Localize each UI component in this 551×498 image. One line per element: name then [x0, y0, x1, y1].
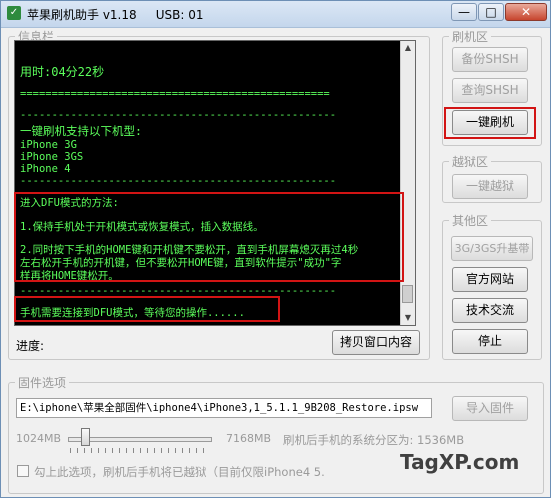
console-line-separator: ----------------------------------------…: [20, 175, 337, 187]
close-button[interactable]: ✕: [505, 3, 547, 21]
firmware-group-legend: 固件选项: [18, 376, 67, 390]
flash-group-legend: 刷机区: [452, 30, 489, 44]
slider-min-label: 1024MB: [16, 432, 62, 445]
console-line-separator: ========================================…: [20, 88, 330, 100]
dfu-instructions-highlight: [14, 192, 404, 282]
jailbreak-checkbox-label: 勾上此选项，刷机后手机将已越狱（目前仅限iPhone4 5.: [34, 465, 325, 479]
watermark-logo: TagXP.com: [400, 450, 520, 474]
scroll-down-icon[interactable]: ▼: [401, 311, 415, 325]
partition-slider-ticks: [70, 448, 210, 453]
official-site-button[interactable]: 官方网站: [452, 267, 528, 292]
console-line-separator: ----------------------------------------…: [20, 109, 337, 121]
partition-slider-thumb[interactable]: [81, 428, 90, 446]
tech-exchange-button[interactable]: 技术交流: [452, 298, 528, 323]
one-click-jailbreak-button[interactable]: 一键越狱: [452, 174, 528, 199]
console-line-supported-header: 一键刷机支持以下机型:: [20, 124, 142, 138]
one-click-flash-button[interactable]: 一键刷机: [452, 110, 528, 135]
title-bar[interactable]: ✓ 苹果刷机助手 v1.18 USB: 01 — □ ✕: [1, 1, 550, 28]
log-console[interactable]: 用时:04分22秒 ==============================…: [14, 40, 416, 326]
copy-window-button[interactable]: 拷贝窗口内容: [332, 330, 420, 355]
slider-max-label: 7168MB: [226, 432, 272, 445]
waiting-message-highlight: [14, 296, 280, 322]
console-scrollbar[interactable]: ▲ ▼: [400, 41, 415, 325]
import-firmware-button[interactable]: 导入固件: [452, 396, 528, 421]
jailbreak-group-legend: 越狱区: [452, 155, 489, 169]
upgrade-baseband-button[interactable]: 3G/3GS升基带: [451, 236, 533, 261]
partition-size-text: 刷机后手机的系统分区为: 1536MB: [283, 433, 465, 447]
maximize-button[interactable]: □: [478, 3, 504, 21]
query-shsh-button[interactable]: 查询SHSH: [452, 78, 528, 103]
other-group-legend: 其他区: [452, 214, 489, 228]
window-title: 苹果刷机助手 v1.18 USB: 01: [27, 8, 204, 22]
scroll-up-icon[interactable]: ▲: [401, 41, 415, 55]
jailbreak-checkbox[interactable]: [17, 465, 29, 477]
progress-label: 进度:: [16, 339, 45, 353]
stop-button[interactable]: 停止: [452, 329, 528, 354]
console-line-time: 用时:04分22秒: [20, 65, 105, 79]
scroll-thumb[interactable]: [402, 285, 413, 303]
firmware-path-field[interactable]: E:\iphone\苹果全部固件\iphone4\iPhone3,1_5.1.1…: [16, 398, 432, 418]
minimize-button[interactable]: —: [451, 3, 477, 21]
backup-shsh-button[interactable]: 备份SHSH: [452, 47, 528, 72]
app-icon: ✓: [7, 6, 21, 20]
